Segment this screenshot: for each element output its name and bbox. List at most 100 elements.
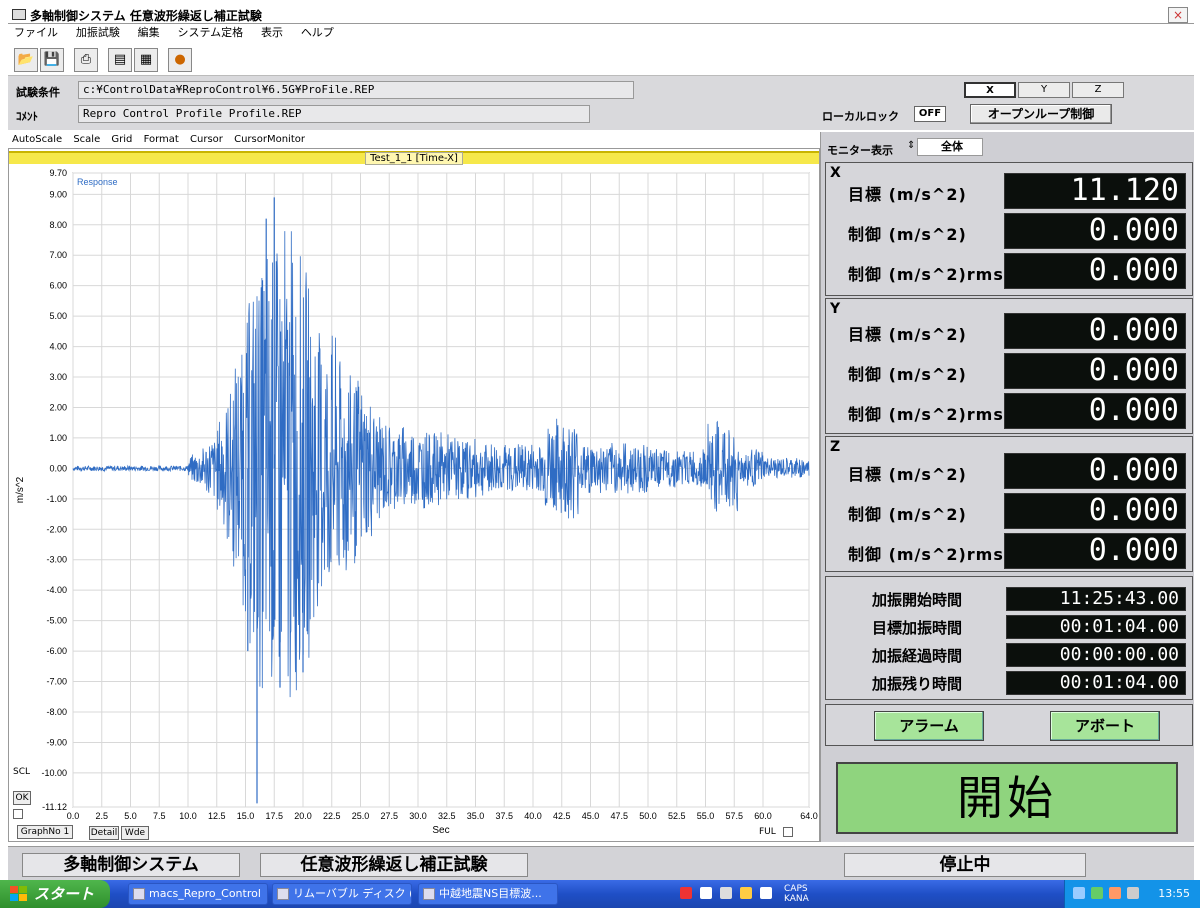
spin-icon[interactable]: ⇕ [907,140,915,151]
security-icon[interactable] [1109,887,1121,899]
save-icon[interactable]: 💾 [40,48,64,72]
local-lock-toggle[interactable]: OFF [914,106,946,122]
menu-view[interactable]: 表示 [255,24,291,42]
y-tick-label: 3.00 [49,372,67,382]
local-lock-label: ローカルロック [822,110,899,123]
tool-icon[interactable] [740,887,752,899]
start-time-label: 加振開始時間 [872,591,963,609]
x-tick-label: 15.0 [237,811,255,821]
graph-menu-cursor[interactable]: Cursor [190,134,223,145]
y-target-value: 0.000 [1004,313,1186,349]
ime-icon[interactable] [680,887,692,899]
usb-icon[interactable] [1091,887,1103,899]
comment-field[interactable]: Repro Control Profile Profile.REP [78,105,590,123]
comment-label: ｺﾒﾝﾄ [16,110,38,123]
status-state: 停止中 [844,853,1086,877]
graph-menu-format[interactable]: Format [144,134,179,145]
copy-icon[interactable]: ▦ [134,48,158,72]
task-removable-disk[interactable]: リムーバブル ディスク (E:) [272,883,412,905]
condition-label: 試験条件 [16,86,60,99]
ok-checkbox[interactable] [13,809,23,819]
y-control-value: 0.000 [1004,353,1186,389]
time-group: 加振開始時間 11:25:43.00 目標加振時間 00:01:04.00 加振… [825,576,1193,700]
y-tick-label: -11.12 [42,802,67,812]
clock: 13:55 [1158,887,1190,900]
help-icon[interactable] [760,887,772,899]
start-button[interactable]: 開始 [836,762,1178,834]
monitor-select[interactable]: 全体 [917,138,983,156]
y-tick-label: -6.00 [46,646,67,656]
graph-menu-scale[interactable]: Scale [73,134,100,145]
x-tick-label: 52.5 [668,811,686,821]
graph-menu-cursormonitor[interactable]: CursorMonitor [234,134,305,145]
network-icon[interactable] [1073,887,1085,899]
x-tick-label: 5.0 [124,811,137,821]
condition-field[interactable]: c:¥ControlData¥ReproControl¥6.5G¥ProFile… [78,81,634,99]
x-tick-label: 12.5 [208,811,226,821]
close-button[interactable]: × [1168,7,1188,23]
print-icon[interactable]: ⎙ [74,48,98,72]
y-tick-label: -3.00 [46,555,67,565]
graph-window: Test_1_1 [Time-X] 0.0 2.5 5.0 7.5 10.0 12.5 15… [8,148,820,842]
lang-icon[interactable] [720,887,732,899]
y-tick-label: 4.00 [49,342,67,352]
elapsed-time-value: 00:00:00.00 [1006,643,1186,667]
report-icon[interactable]: ▤ [108,48,132,72]
open-loop-button[interactable]: オープンループ制御 [970,104,1112,124]
task-macs[interactable]: macs_Repro_Control [128,883,268,905]
status-bar: 多軸制御システム 任意波形繰返し補正試験 停止中 [8,846,1194,880]
x-tick-label: 32.5 [438,811,456,821]
graph-menu-grid[interactable]: Grid [111,134,132,145]
graph-menu-autoscale[interactable]: AutoScale [12,134,62,145]
x-tick-label: 2.5 [95,811,108,821]
tab-y[interactable]: Y [1018,82,1070,98]
pen-icon[interactable] [700,887,712,899]
menu-file[interactable]: ファイル [8,24,66,42]
remaining-time-label: 加振残り時間 [872,675,963,693]
tab-z[interactable]: Z [1072,82,1124,98]
task-earthquake[interactable]: 中越地震NS目標波... [418,883,558,905]
menu-help[interactable]: ヘルプ [295,24,342,42]
z-target-label: 目標 (m/s^2) [848,465,967,484]
x-tick-label: 35.0 [467,811,485,821]
response-chart[interactable]: 0.0 2.5 5.0 7.5 10.0 12.5 15.0 17.5 20.0 22.5 25.0… [9,149,819,841]
x-tick-label: 22.5 [323,811,341,821]
detail-button[interactable]: Detail [89,826,119,840]
tab-x[interactable]: X [964,82,1016,98]
wide-button[interactable]: Wde [121,826,149,840]
menu-bar: ファイル 加振試験 編集 システム定格 表示 ヘルプ [8,24,1194,42]
document-icon [423,888,435,900]
remaining-time-value: 00:01:04.00 [1006,671,1186,695]
axis-group-z: Z 目標 (m/s^2) 0.000 制御 (m/s^2) 0.000 制御 (… [825,436,1193,572]
menu-edit[interactable]: 編集 [132,24,168,42]
z-target-value: 0.000 [1004,453,1186,489]
x-tick-label: 50.0 [639,811,657,821]
title-bar: 多軸制御システム 任意波形繰返し補正試験 × [8,6,1194,24]
x-rms-label: 制御 (m/s^2)rms [848,265,1004,284]
x-tick-label: 20.0 [294,811,312,821]
y-tick-label: 1.00 [49,433,67,443]
graph-menu: AutoScale Scale Grid Format Cursor Curso… [8,132,820,148]
menu-test[interactable]: 加振試験 [70,24,128,42]
caps-indicator: CAPS [784,884,808,894]
ful-checkbox[interactable] [783,827,793,837]
x-tick-label: 17.5 [265,811,283,821]
x-tick-label: 45.0 [582,811,600,821]
test-info-panel: 試験条件 c:¥ControlData¥ReproControl¥6.5G¥Pr… [8,76,1194,130]
y-tick-label: 2.00 [49,402,67,412]
ok-button[interactable]: OK [13,791,31,805]
x-tick-label: 64.0 [800,811,818,821]
menu-system[interactable]: システム定格 [171,24,251,42]
x-tick-label: 27.5 [380,811,398,821]
start-menu-button[interactable]: スタート [0,880,110,908]
volume-icon[interactable] [1127,887,1139,899]
alarm-button[interactable]: アラーム [874,711,984,741]
start-label: スタート [34,885,95,903]
graph-no-button[interactable]: GraphNo 1 [17,825,73,839]
open-icon[interactable]: 📂 [14,48,38,72]
start-time-value: 11:25:43.00 [1006,587,1186,611]
scl-label: SCL [13,767,31,777]
abort-button[interactable]: アボート [1050,711,1160,741]
signal-icon[interactable]: ● [168,48,192,72]
kana-indicator: KANA [784,894,809,904]
